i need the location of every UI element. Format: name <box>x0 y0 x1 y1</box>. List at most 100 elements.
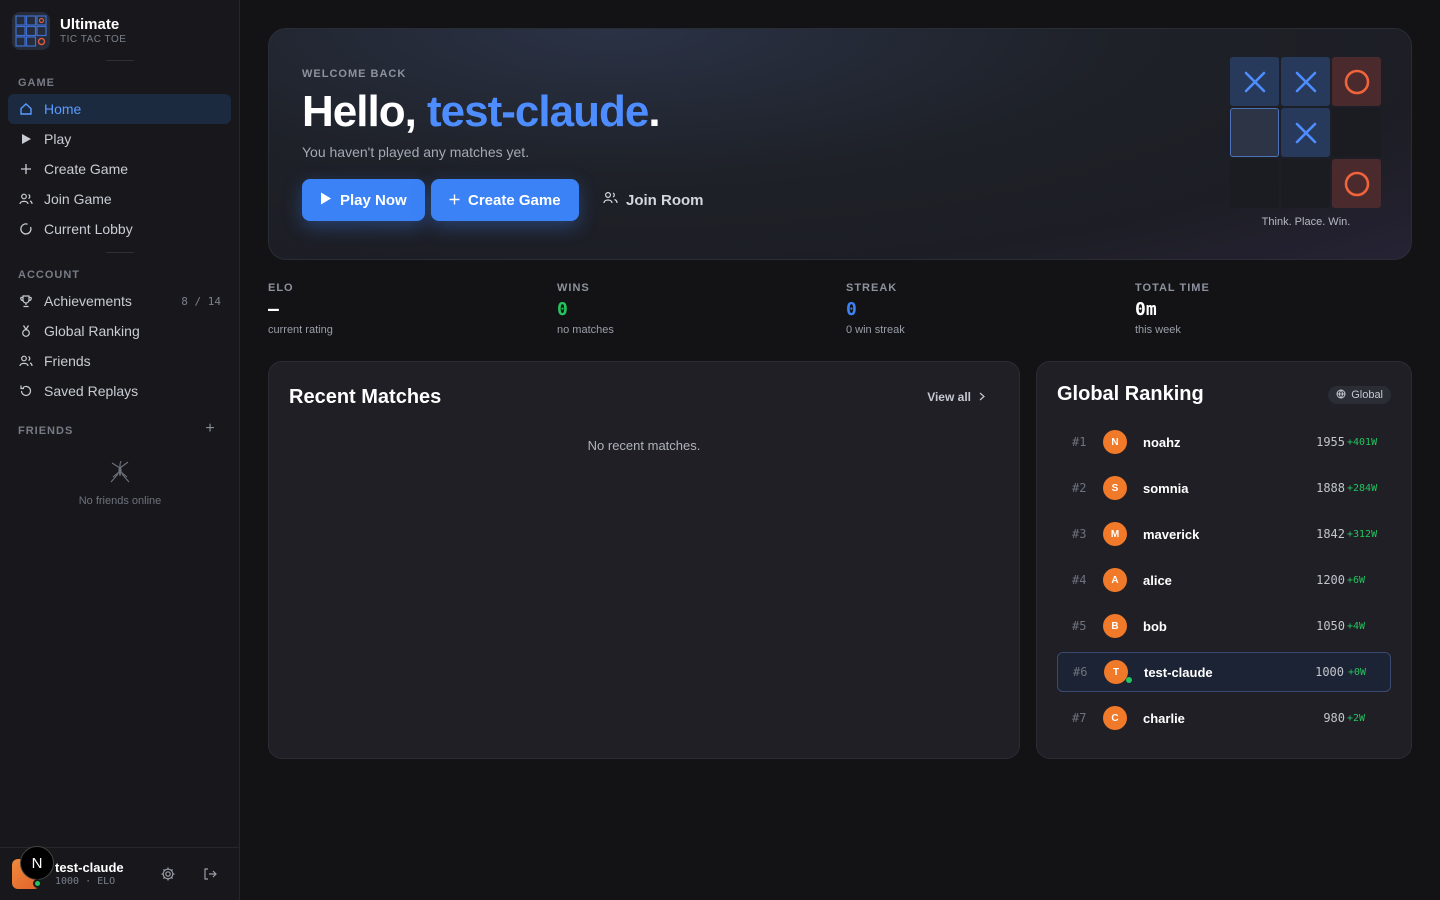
stat-streak: STREAK 0 0 win streak <box>846 282 1126 336</box>
mosquito-icon <box>107 460 133 488</box>
section-label-friends: FRIENDS <box>18 425 74 437</box>
achievements-count: 8 / 14 <box>181 294 221 308</box>
rank-elo: 980 <box>1323 711 1345 725</box>
rank-number: #4 <box>1072 573 1087 587</box>
global-chip-label: Global <box>1351 389 1383 401</box>
section-label-game: GAME <box>18 77 55 89</box>
x-mark-icon <box>1295 71 1316 92</box>
stat-elo: ELO — current rating <box>268 282 548 336</box>
stat-label: WINS <box>557 282 590 294</box>
plus-icon <box>449 192 460 209</box>
stat-sub: current rating <box>268 324 333 336</box>
stat-value: — <box>268 299 279 320</box>
ranking-row[interactable]: #5 Bbob 1050 +4W <box>1057 606 1391 646</box>
sidebar-item-saved-replays[interactable]: Saved Replays <box>8 376 231 406</box>
settings-icon[interactable] <box>160 866 176 882</box>
ranking-row[interactable]: #2 Ssomnia 1888 +284W <box>1057 468 1391 508</box>
rank-player-name: alice <box>1143 572 1172 588</box>
avatar: S <box>1103 476 1127 500</box>
sidebar-item-create-game[interactable]: Create Game <box>8 154 231 184</box>
o-mark-icon <box>1344 69 1369 94</box>
n-badge[interactable]: N <box>20 846 54 880</box>
rank-elo: 1200 <box>1316 573 1345 587</box>
view-all-link[interactable]: View all <box>927 390 985 404</box>
board-cell <box>1281 159 1330 208</box>
circle-icon <box>19 222 33 236</box>
rank-number: #7 <box>1072 711 1087 725</box>
stat-label: STREAK <box>846 282 898 294</box>
avatar: B <box>1103 614 1127 638</box>
board-cell <box>1281 108 1330 157</box>
divider <box>106 60 134 61</box>
rank-delta: +312W <box>1347 528 1378 540</box>
o-mark-icon <box>1344 171 1369 196</box>
rank-elo: 1955 <box>1316 435 1345 449</box>
sidebar-item-achievements[interactable]: Achievements 8 / 14 <box>8 286 231 316</box>
recent-matches-title: Recent Matches <box>289 386 442 408</box>
board-cell <box>1332 159 1381 208</box>
play-now-button[interactable]: Play Now <box>302 179 425 221</box>
rank-number: #3 <box>1072 527 1087 541</box>
ranking-row[interactable]: #1 Nnoahz 1955 +401W <box>1057 422 1391 462</box>
sidebar-item-play[interactable]: Play <box>8 124 231 154</box>
create-game-label: Create Game <box>468 191 561 209</box>
rank-player-name: charlie <box>1143 710 1185 726</box>
user-elo: 1000 · ELO <box>55 876 116 887</box>
rank-delta: +2W <box>1347 712 1366 724</box>
ranking-row[interactable]: #4 Aalice 1200 +6W <box>1057 560 1391 600</box>
stat-sub: 0 win streak <box>846 324 905 336</box>
x-mark-icon <box>1244 71 1265 92</box>
avatar: A <box>1103 568 1127 592</box>
online-indicator <box>1126 677 1132 683</box>
rank-player-name: test-claude <box>1144 664 1213 680</box>
global-ranking-title: Global Ranking <box>1057 383 1204 405</box>
sidebar-item-label: Global Ranking <box>44 323 140 339</box>
ranking-row[interactable]: #6 Ttest-claude 1000 +0W <box>1057 652 1391 692</box>
page-title: Hello, test-claude. <box>302 87 661 137</box>
sidebar-item-friends[interactable]: Friends <box>8 346 231 376</box>
stat-wins: WINS 0 no matches <box>557 282 837 336</box>
play-icon <box>320 192 332 209</box>
sidebar: Ultimate TIC TAC TOE GAME Home Play Crea… <box>0 0 240 900</box>
sidebar-item-label: Play <box>44 131 72 147</box>
add-friend-button[interactable]: + <box>203 420 217 438</box>
sidebar-item-home[interactable]: Home <box>8 94 231 124</box>
stat-label: TOTAL TIME <box>1135 282 1210 294</box>
recent-matches-panel: Recent Matches View all No recent matche… <box>268 361 1020 759</box>
board-cell <box>1332 108 1381 157</box>
play-now-label: Play Now <box>340 191 407 209</box>
join-room-button[interactable]: Join Room <box>585 179 722 221</box>
users-icon <box>19 354 33 368</box>
rank-number: #1 <box>1072 435 1087 449</box>
sidebar-item-label: Home <box>44 101 82 117</box>
create-game-button[interactable]: Create Game <box>431 179 579 221</box>
rank-elo: 1888 <box>1316 481 1345 495</box>
sidebar-item-label: Join Game <box>44 191 112 207</box>
sidebar-item-current-lobby[interactable]: Current Lobby <box>8 214 231 244</box>
hero-subtitle: You haven't played any matches yet. <box>302 144 530 160</box>
stat-sub: no matches <box>557 324 614 336</box>
rank-player-name: somnia <box>1143 480 1189 496</box>
sidebar-item-join-game[interactable]: Join Game <box>8 184 231 214</box>
rank-number: #5 <box>1072 619 1087 633</box>
brand[interactable]: Ultimate TIC TAC TOE <box>12 12 126 50</box>
board-cell <box>1230 57 1279 106</box>
board-cell <box>1230 108 1279 157</box>
board-cell <box>1230 159 1279 208</box>
users-icon <box>603 191 618 209</box>
ranking-row[interactable]: #7 Ccharlie 980 +2W <box>1057 698 1391 738</box>
rank-delta: +4W <box>1347 620 1366 632</box>
board-cell <box>1332 57 1381 106</box>
sidebar-item-global-ranking[interactable]: Global Ranking <box>8 316 231 346</box>
recent-matches-empty: No recent matches. <box>587 438 701 453</box>
logout-icon[interactable] <box>202 866 218 882</box>
view-all-label: View all <box>927 390 971 404</box>
brand-title: Ultimate <box>60 15 120 33</box>
join-room-label: Join Room <box>626 191 704 209</box>
no-friends-text: No friends online <box>78 495 162 507</box>
rank-delta: +0W <box>1348 666 1367 678</box>
global-filter-chip[interactable]: Global <box>1328 386 1391 404</box>
welcome-label: WELCOME BACK <box>302 68 407 80</box>
plus-icon <box>19 162 33 176</box>
ranking-row[interactable]: #3 Mmaverick 1842 +312W <box>1057 514 1391 554</box>
